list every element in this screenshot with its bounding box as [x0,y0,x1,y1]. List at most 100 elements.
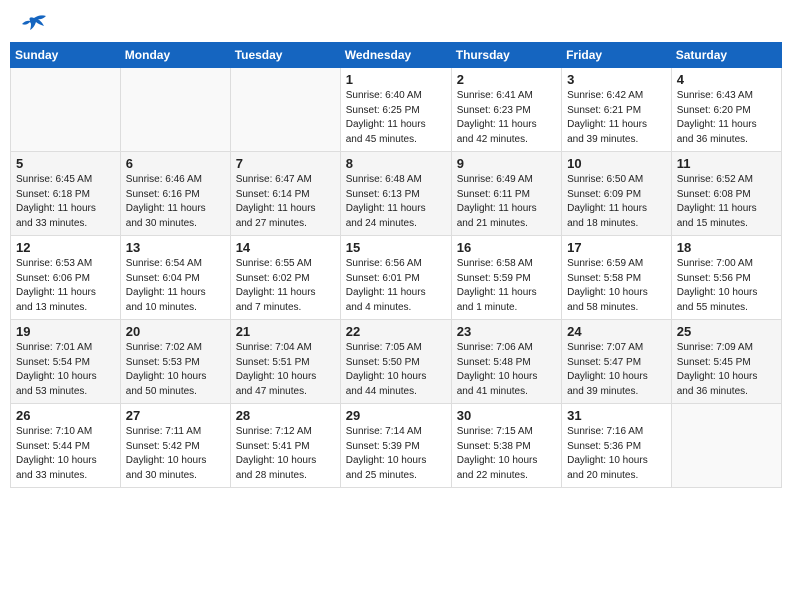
calendar-cell [671,404,781,488]
day-info: Sunrise: 6:52 AM Sunset: 6:08 PM Dayligh… [677,173,776,231]
calendar-cell: 27 Sunrise: 7:11 AM Sunset: 5:42 PM Dayli… [120,404,230,488]
day-info: Sunrise: 6:42 AM Sunset: 6:21 PM Dayligh… [567,89,666,147]
calendar-cell: 21 Sunrise: 7:04 AM Sunset: 5:51 PM Dayli… [230,320,340,404]
calendar-table: SundayMondayTuesdayWednesdayThursdayFrid… [10,42,782,488]
calendar-cell: 5 Sunrise: 6:45 AM Sunset: 6:18 PM Daylig… [11,152,121,236]
calendar-cell: 19 Sunrise: 7:01 AM Sunset: 5:54 PM Dayli… [11,320,121,404]
calendar-cell: 31 Sunrise: 7:16 AM Sunset: 5:36 PM Dayli… [562,404,672,488]
logo-bird-icon [20,14,48,36]
day-number: 4 [677,72,776,87]
day-info: Sunrise: 6:46 AM Sunset: 6:16 PM Dayligh… [126,173,225,231]
day-info: Sunrise: 6:55 AM Sunset: 6:02 PM Dayligh… [236,257,335,315]
day-number: 8 [346,156,446,171]
day-number: 31 [567,408,666,423]
calendar-cell [120,68,230,152]
day-number: 29 [346,408,446,423]
day-info: Sunrise: 7:11 AM Sunset: 5:42 PM Dayligh… [126,425,225,483]
day-info: Sunrise: 6:56 AM Sunset: 6:01 PM Dayligh… [346,257,446,315]
calendar-cell: 18 Sunrise: 7:00 AM Sunset: 5:56 PM Dayli… [671,236,781,320]
weekday-header-friday: Friday [562,43,672,68]
day-info: Sunrise: 7:02 AM Sunset: 5:53 PM Dayligh… [126,341,225,399]
calendar-cell: 4 Sunrise: 6:43 AM Sunset: 6:20 PM Daylig… [671,68,781,152]
day-info: Sunrise: 6:45 AM Sunset: 6:18 PM Dayligh… [16,173,115,231]
day-number: 1 [346,72,446,87]
day-info: Sunrise: 7:14 AM Sunset: 5:39 PM Dayligh… [346,425,446,483]
day-number: 19 [16,324,115,339]
day-info: Sunrise: 6:49 AM Sunset: 6:11 PM Dayligh… [457,173,556,231]
day-number: 11 [677,156,776,171]
weekday-header-wednesday: Wednesday [340,43,451,68]
weekday-header-saturday: Saturday [671,43,781,68]
day-number: 3 [567,72,666,87]
day-number: 23 [457,324,556,339]
calendar-cell: 10 Sunrise: 6:50 AM Sunset: 6:09 PM Dayli… [562,152,672,236]
day-info: Sunrise: 7:16 AM Sunset: 5:36 PM Dayligh… [567,425,666,483]
day-info: Sunrise: 7:01 AM Sunset: 5:54 PM Dayligh… [16,341,115,399]
day-info: Sunrise: 6:43 AM Sunset: 6:20 PM Dayligh… [677,89,776,147]
day-info: Sunrise: 6:53 AM Sunset: 6:06 PM Dayligh… [16,257,115,315]
day-info: Sunrise: 6:59 AM Sunset: 5:58 PM Dayligh… [567,257,666,315]
calendar-cell: 9 Sunrise: 6:49 AM Sunset: 6:11 PM Daylig… [451,152,561,236]
day-number: 15 [346,240,446,255]
calendar-cell: 6 Sunrise: 6:46 AM Sunset: 6:16 PM Daylig… [120,152,230,236]
day-number: 18 [677,240,776,255]
day-info: Sunrise: 6:50 AM Sunset: 6:09 PM Dayligh… [567,173,666,231]
day-number: 6 [126,156,225,171]
day-number: 9 [457,156,556,171]
day-info: Sunrise: 7:04 AM Sunset: 5:51 PM Dayligh… [236,341,335,399]
calendar-cell: 28Sunrise: 7:12 AM Sunset: 5:41 PM Dayli… [230,404,340,488]
calendar-cell: 14 Sunrise: 6:55 AM Sunset: 6:02 PM Dayli… [230,236,340,320]
day-info: Sunrise: 7:10 AM Sunset: 5:44 PM Dayligh… [16,425,115,483]
day-info: Sunrise: 6:41 AM Sunset: 6:23 PM Dayligh… [457,89,556,147]
calendar-cell: 13 Sunrise: 6:54 AM Sunset: 6:04 PM Dayli… [120,236,230,320]
day-number: 24 [567,324,666,339]
weekday-header-sunday: Sunday [11,43,121,68]
calendar-cell [230,68,340,152]
day-info: Sunrise: 6:48 AM Sunset: 6:13 PM Dayligh… [346,173,446,231]
page-header [10,10,782,34]
calendar-cell: 23 Sunrise: 7:06 AM Sunset: 5:48 PM Dayli… [451,320,561,404]
day-info: Sunrise: 7:06 AM Sunset: 5:48 PM Dayligh… [457,341,556,399]
day-number: 13 [126,240,225,255]
day-number: 21 [236,324,335,339]
day-info: Sunrise: 7:07 AM Sunset: 5:47 PM Dayligh… [567,341,666,399]
logo [18,14,48,30]
day-number: 30 [457,408,556,423]
calendar-cell: 12 Sunrise: 6:53 AM Sunset: 6:06 PM Dayli… [11,236,121,320]
calendar-cell: 24 Sunrise: 7:07 AM Sunset: 5:47 PM Dayli… [562,320,672,404]
day-number: 26 [16,408,115,423]
calendar-cell [11,68,121,152]
day-number: 22 [346,324,446,339]
calendar-cell: 29 Sunrise: 7:14 AM Sunset: 5:39 PM Dayli… [340,404,451,488]
calendar-cell: 25Sunrise: 7:09 AM Sunset: 5:45 PM Dayli… [671,320,781,404]
day-number: 5 [16,156,115,171]
day-number: 10 [567,156,666,171]
day-info: Sunrise: 6:40 AM Sunset: 6:25 PM Dayligh… [346,89,446,147]
calendar-cell: 17 Sunrise: 6:59 AM Sunset: 5:58 PM Dayli… [562,236,672,320]
day-info: Sunrise: 6:54 AM Sunset: 6:04 PM Dayligh… [126,257,225,315]
calendar-cell: 7 Sunrise: 6:47 AM Sunset: 6:14 PM Daylig… [230,152,340,236]
day-number: 14 [236,240,335,255]
day-number: 12 [16,240,115,255]
day-info: Sunrise: 6:58 AM Sunset: 5:59 PM Dayligh… [457,257,556,315]
day-number: 20 [126,324,225,339]
weekday-header-monday: Monday [120,43,230,68]
day-number: 7 [236,156,335,171]
weekday-header-tuesday: Tuesday [230,43,340,68]
calendar-cell: 20 Sunrise: 7:02 AM Sunset: 5:53 PM Dayli… [120,320,230,404]
day-number: 17 [567,240,666,255]
calendar-cell: 30Sunrise: 7:15 AM Sunset: 5:38 PM Dayli… [451,404,561,488]
calendar-cell: 8 Sunrise: 6:48 AM Sunset: 6:13 PM Daylig… [340,152,451,236]
calendar-cell: 11 Sunrise: 6:52 AM Sunset: 6:08 PM Dayli… [671,152,781,236]
calendar-cell: 3 Sunrise: 6:42 AM Sunset: 6:21 PM Daylig… [562,68,672,152]
day-info: Sunrise: 7:05 AM Sunset: 5:50 PM Dayligh… [346,341,446,399]
calendar-cell: 22 Sunrise: 7:05 AM Sunset: 5:50 PM Dayli… [340,320,451,404]
weekday-header-thursday: Thursday [451,43,561,68]
calendar-cell: 16Sunrise: 6:58 AM Sunset: 5:59 PM Dayli… [451,236,561,320]
calendar-cell: 26 Sunrise: 7:10 AM Sunset: 5:44 PM Dayli… [11,404,121,488]
day-info: Sunrise: 6:47 AM Sunset: 6:14 PM Dayligh… [236,173,335,231]
calendar-cell: 1 Sunrise: 6:40 AM Sunset: 6:25 PM Daylig… [340,68,451,152]
day-number: 2 [457,72,556,87]
day-info: Sunrise: 7:00 AM Sunset: 5:56 PM Dayligh… [677,257,776,315]
day-number: 27 [126,408,225,423]
